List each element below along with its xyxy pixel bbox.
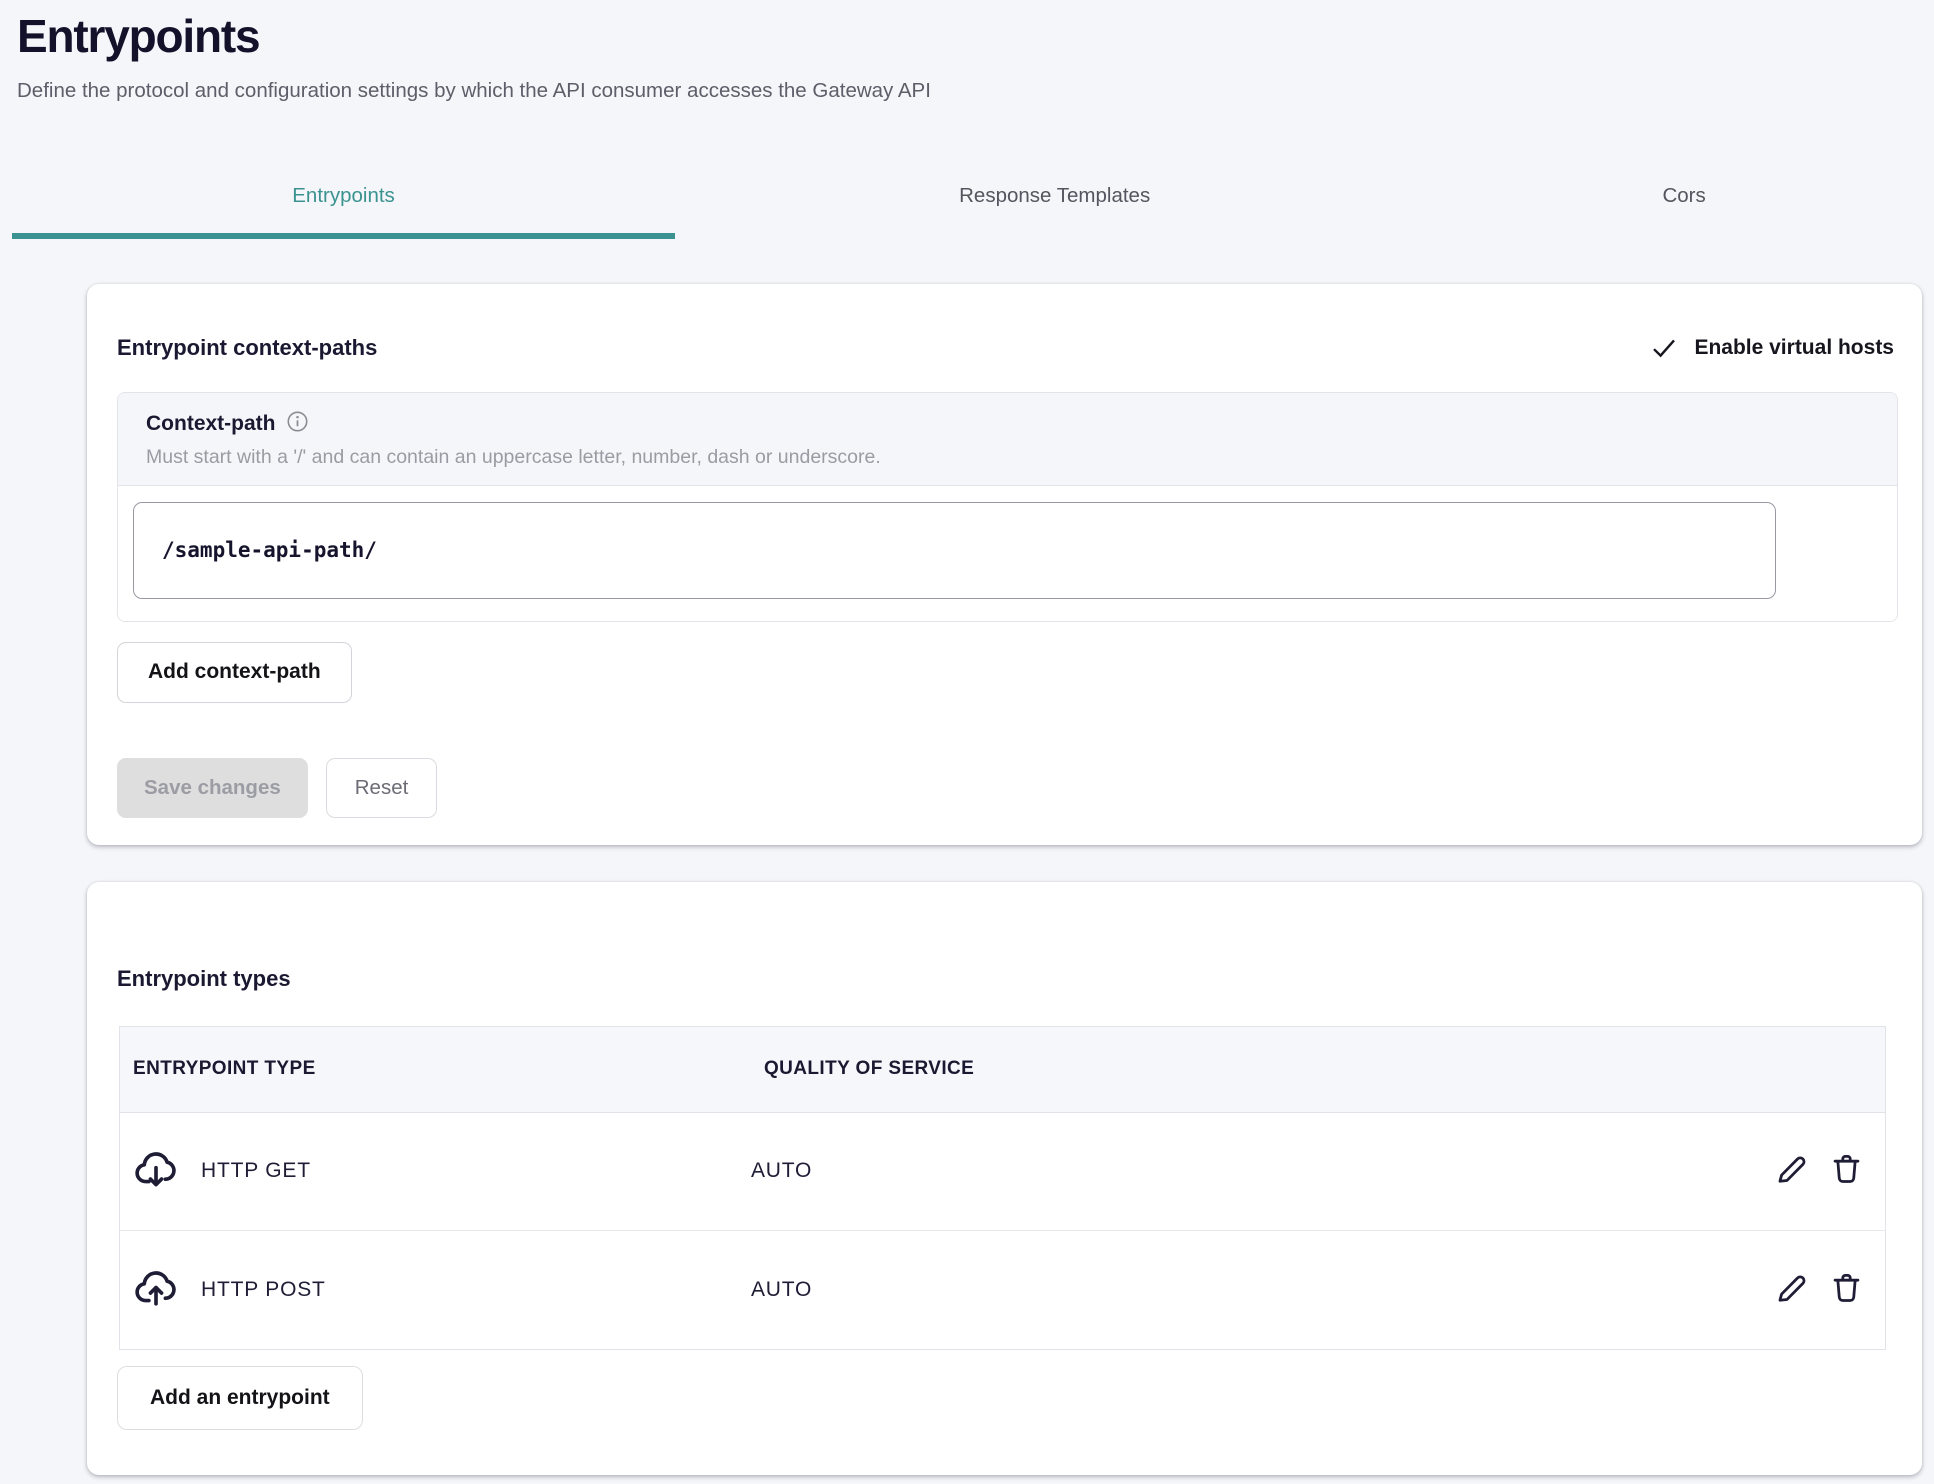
page-subtitle: Define the protocol and configuration se… [17, 78, 1914, 105]
context-path-hint: Must start with a '/' and can contain an… [146, 446, 1869, 469]
quality-of-service-value: AUTO [751, 1278, 1645, 1302]
check-icon [1650, 334, 1678, 362]
entrypoint-types-table: ENTRYPOINT TYPE QUALITY OF SERVICE HTTP … [119, 1026, 1886, 1350]
form-actions: Save changes Reset [117, 758, 1922, 818]
column-header-quality-of-service: QUALITY OF SERVICE [751, 1058, 1645, 1080]
context-paths-card-header: Entrypoint context-paths Enable virtual … [87, 284, 1922, 362]
enable-virtual-hosts-toggle[interactable]: Enable virtual hosts [1650, 334, 1894, 362]
entrypoint-types-card-title: Entrypoint types [87, 882, 1922, 992]
tab-cors-label: Cors [1662, 184, 1705, 208]
context-path-label: Context-path [146, 412, 276, 436]
cloud-upload-icon [133, 1267, 179, 1313]
context-path-panel: Context-path Must start with a '/' and c… [117, 392, 1898, 622]
quality-of-service-value: AUTO [751, 1159, 1645, 1183]
table-header-row: ENTRYPOINT TYPE QUALITY OF SERVICE [120, 1027, 1885, 1113]
table-row: HTTP GET AUTO [120, 1113, 1885, 1231]
edit-entrypoint-button[interactable] [1773, 1270, 1810, 1310]
tab-bar: Entrypoints Response Templates Cors [12, 159, 1934, 239]
tab-response-templates-label: Response Templates [959, 184, 1150, 208]
tab-cors[interactable]: Cors [1434, 159, 1934, 239]
enable-virtual-hosts-label: Enable virtual hosts [1694, 336, 1894, 360]
pencil-icon [1773, 1151, 1810, 1191]
add-entrypoint-button[interactable]: Add an entrypoint [117, 1366, 363, 1430]
save-changes-button[interactable]: Save changes [117, 758, 308, 818]
context-paths-card-title: Entrypoint context-paths [117, 335, 377, 361]
tab-entrypoints[interactable]: Entrypoints [12, 159, 675, 239]
trash-icon [1828, 1270, 1865, 1310]
page-header: Entrypoints Define the protocol and conf… [0, 0, 1934, 105]
page-title: Entrypoints [17, 10, 1914, 63]
trash-icon [1828, 1151, 1865, 1191]
entrypoint-types-card: Entrypoint types ENTRYPOINT TYPE QUALITY… [87, 882, 1922, 1475]
column-header-entrypoint-type: ENTRYPOINT TYPE [120, 1058, 751, 1080]
context-paths-card: Entrypoint context-paths Enable virtual … [87, 284, 1922, 845]
reset-button[interactable]: Reset [326, 758, 438, 818]
delete-entrypoint-button[interactable] [1828, 1151, 1865, 1191]
entrypoint-type-value: HTTP GET [201, 1159, 311, 1183]
edit-entrypoint-button[interactable] [1773, 1151, 1810, 1191]
info-icon[interactable] [286, 410, 309, 438]
add-context-path-button[interactable]: Add context-path [117, 642, 352, 703]
table-row: HTTP POST AUTO [120, 1231, 1885, 1349]
tab-response-templates[interactable]: Response Templates [675, 159, 1434, 239]
context-path-panel-body [118, 486, 1897, 621]
context-path-input[interactable] [133, 502, 1776, 599]
delete-entrypoint-button[interactable] [1828, 1270, 1865, 1310]
cloud-download-icon [133, 1148, 179, 1194]
context-path-panel-header: Context-path Must start with a '/' and c… [118, 393, 1897, 486]
entrypoint-type-value: HTTP POST [201, 1278, 326, 1302]
pencil-icon [1773, 1270, 1810, 1310]
tab-entrypoints-label: Entrypoints [292, 184, 395, 208]
